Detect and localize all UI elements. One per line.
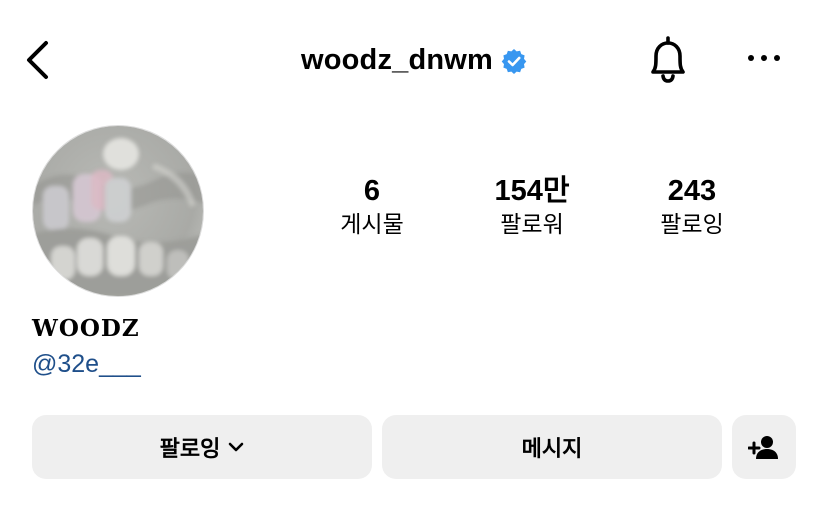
following-stat[interactable]: 243 팔로잉: [622, 174, 762, 240]
add-user-button[interactable]: [732, 415, 796, 479]
following-button-label: 팔로잉: [159, 437, 221, 462]
more-horizontal-icon: [748, 55, 780, 61]
avatar-image: [33, 126, 203, 296]
avatar[interactable]: [32, 125, 204, 297]
message-button-label: 메시지: [521, 437, 583, 462]
more-options-button[interactable]: [744, 44, 784, 72]
bell-icon: [651, 36, 685, 83]
following-count: 243: [667, 175, 717, 207]
followers-count: 154만: [494, 175, 570, 207]
page-title: woodz_dnwm: [300, 43, 494, 76]
posts-label: 게시물: [340, 212, 404, 238]
notifications-button[interactable]: [643, 34, 693, 86]
followers-label: 팔로워: [500, 212, 564, 238]
verified-badge-icon: [501, 49, 527, 74]
posts-count: 6: [363, 175, 381, 207]
add-user-icon: [748, 436, 778, 459]
followers-stat[interactable]: 154만 팔로워: [462, 174, 602, 240]
following-button[interactable]: 팔로잉: [32, 415, 372, 479]
display-name: WOODZ: [32, 315, 140, 342]
header-title-container: woodz_dnwm: [0, 40, 828, 80]
threads-handle-link[interactable]: @32e___: [32, 350, 141, 379]
back-button[interactable]: [20, 38, 60, 82]
following-label: 팔로잉: [660, 212, 724, 238]
message-button[interactable]: 메시지: [382, 415, 722, 479]
chevron-left-icon: [27, 41, 48, 79]
header-title: woodz_dnwm: [301, 44, 527, 77]
chevron-down-icon: [229, 442, 244, 452]
posts-stat[interactable]: 6 게시물: [302, 174, 442, 240]
